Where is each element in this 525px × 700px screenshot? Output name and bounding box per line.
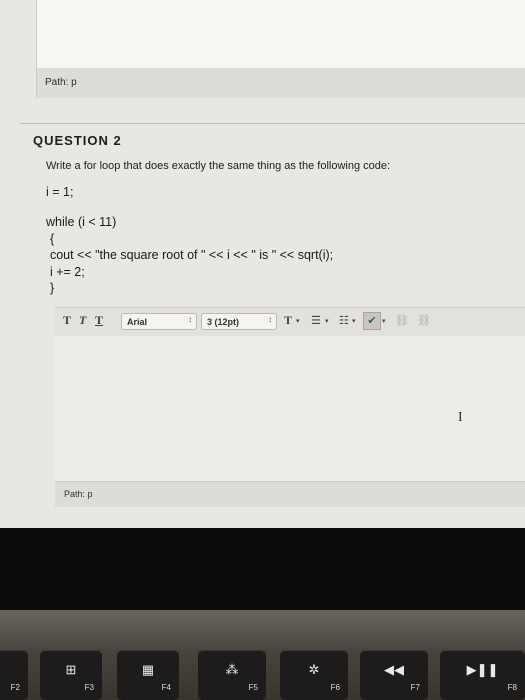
code-line: { [43,232,55,246]
previous-answer-editor[interactable] [36,0,525,69]
font-family-value: Arial [127,317,148,327]
mission-control-icon: ⊞ [65,662,77,677]
chevron-down-icon[interactable]: ▾ [382,317,386,325]
key-label: F4 [161,683,171,692]
numbered-list-icon[interactable]: ☷ [339,314,349,327]
chevron-down-icon[interactable]: ▾ [325,317,329,325]
keyboard-brightness-up-icon: ✲ [308,662,320,677]
code-line: i += 2; [43,265,85,279]
key-f4[interactable]: ▦ F4 [117,650,179,700]
select-arrows-icon: ↕ [268,315,272,324]
chevron-down-icon[interactable]: ▾ [296,317,300,325]
question-prompt: Write a for loop that does exactly the s… [46,160,391,172]
code-line: while (i < 11) [46,215,117,229]
code-line: } [43,281,55,295]
font-size-value: 3 (12pt) [207,317,240,327]
key-f6[interactable]: ✲ F6 [280,650,348,700]
play-pause-icon: ▶❚❚ [466,662,499,677]
text-cursor-icon: I [458,410,463,425]
path-bar: Path: p [55,481,525,507]
chevron-down-icon[interactable]: ▾ [352,317,356,325]
bullet-list-icon[interactable]: ☰ [311,314,321,327]
code-line: i = 1; [46,185,74,199]
browser-screen: Path: p QUESTION 2 Write a for loop that… [0,0,525,528]
key-f8[interactable]: ▶❚❚ F8 [440,650,525,700]
underline-button[interactable]: T [95,313,103,328]
key-label: F5 [248,683,258,692]
bold-button[interactable]: T [63,313,71,328]
key-label: F6 [330,683,340,692]
key-f2[interactable]: F2 [0,650,28,700]
keyboard-brightness-down-icon: ⁂ [225,662,239,677]
answer-editor[interactable] [55,336,525,481]
unlink-icon[interactable]: ⛓ [417,314,431,327]
select-arrows-icon: ↕ [188,315,192,324]
key-label: F8 [507,683,517,692]
path-label: Path: p [64,489,93,499]
font-size-select[interactable]: 3 (12pt) ↕ [201,313,277,330]
launchpad-icon: ▦ [141,662,155,677]
key-label: F7 [410,683,420,692]
text-color-button[interactable]: T [284,313,292,328]
laptop-bezel [0,528,525,610]
spellcheck-icon[interactable]: ✔ [363,312,381,330]
italic-button[interactable]: T [79,313,86,328]
question-divider [20,123,525,124]
link-icon[interactable]: ⛓ [395,314,409,327]
key-f3[interactable]: ⊞ F3 [40,650,102,700]
previous-path-bar: Path: p [36,68,525,98]
code-line: cout << "the square root of " << i << " … [43,248,334,262]
question-title: QUESTION 2 [33,133,122,148]
editor-toolbar: T T T Arial ↕ 3 (12pt) ↕ T ▾ ☰ ▾ ☷ ▾ ✔ ▾… [55,307,525,337]
key-label: F2 [10,683,20,692]
key-f5[interactable]: ⁂ F5 [198,650,266,700]
font-family-select[interactable]: Arial ↕ [121,313,197,330]
previous-path-label: Path: p [45,77,77,88]
key-f7[interactable]: ◀◀ F7 [360,650,428,700]
rewind-icon: ◀◀ [384,662,404,677]
key-label: F3 [84,683,94,692]
